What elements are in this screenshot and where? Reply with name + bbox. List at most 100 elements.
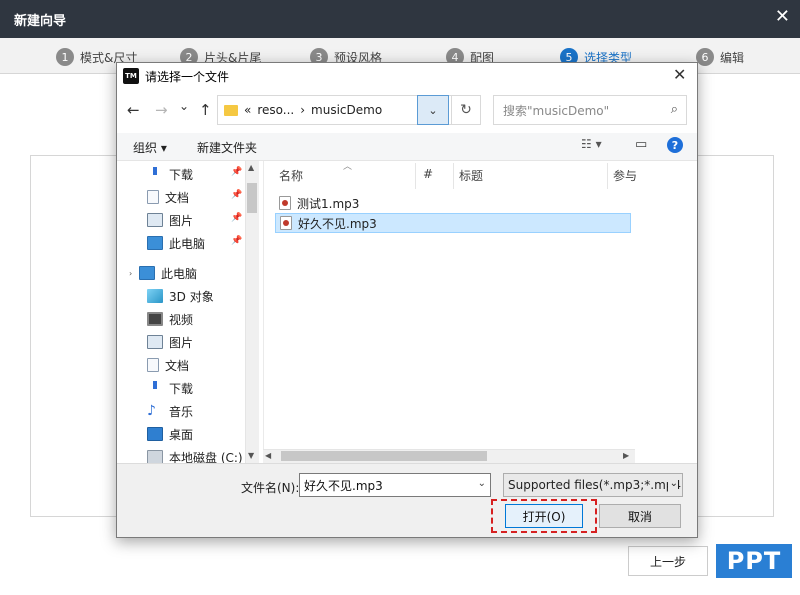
- column-header-name[interactable]: 名称: [279, 167, 303, 184]
- help-icon[interactable]: ?: [667, 137, 683, 153]
- step-label: 编辑: [720, 50, 745, 65]
- address-dropdown-chevron-icon[interactable]: ⌄: [417, 95, 449, 125]
- column-header-title[interactable]: 标题: [459, 167, 483, 184]
- recent-locations-chevron-icon[interactable]: ⌄: [179, 99, 189, 113]
- file-row[interactable]: 测试1.mp3: [275, 193, 359, 213]
- wizard-title: 新建向导: [14, 14, 67, 29]
- tree-item-label: 图片: [169, 213, 194, 228]
- tree-item-label: 音乐: [169, 404, 194, 419]
- tree-item-label: 3D 对象: [169, 289, 214, 304]
- step-6: 6 编辑: [696, 48, 744, 66]
- expand-chevron-icon[interactable]: ›: [129, 269, 132, 278]
- disk-icon: [147, 450, 163, 464]
- sort-ascending-icon: ︿: [343, 162, 353, 172]
- tree-item-label: 图片: [169, 335, 194, 350]
- tree-item-label: 下载: [169, 381, 194, 396]
- tree-item-desktop[interactable]: 桌面: [147, 423, 193, 445]
- scroll-right-icon[interactable]: ▶: [623, 451, 629, 460]
- document-icon: [147, 190, 159, 204]
- dialog-close-icon[interactable]: ✕: [673, 65, 686, 84]
- music-icon: ♪: [147, 403, 156, 419]
- filename-input[interactable]: 好久不见.mp3 ⌄: [299, 473, 491, 497]
- step-number: 1: [56, 48, 74, 66]
- file-row-selected[interactable]: 好久不见.mp3: [275, 213, 631, 233]
- filename-value: 好久不见.mp3: [304, 478, 383, 493]
- column-divider[interactable]: [607, 163, 608, 189]
- filetype-select[interactable]: Supported files(*.mp3;*.mp4 ⌄: [503, 473, 683, 497]
- tree-item-documents-pc[interactable]: 文档: [147, 354, 189, 376]
- column-header-number[interactable]: #: [423, 167, 433, 181]
- audio-file-icon: [279, 196, 291, 210]
- search-placeholder: 搜索"musicDemo": [503, 103, 610, 118]
- tree-item-downloads[interactable]: 下载: [147, 163, 193, 185]
- tree-item-downloads-pc[interactable]: 下载: [147, 377, 193, 399]
- computer-icon: [147, 236, 163, 250]
- tree-item-3d-objects[interactable]: 3D 对象: [147, 285, 214, 307]
- prev-step-button[interactable]: 上一步: [628, 546, 708, 576]
- pin-icon: 📌: [231, 190, 243, 200]
- tree-item-label: 视频: [169, 312, 194, 327]
- search-icon: ⌕: [670, 102, 678, 117]
- tree-item-label: 文档: [165, 358, 190, 373]
- pin-icon: 📌: [231, 213, 243, 223]
- forward-arrow-icon[interactable]: →: [155, 101, 168, 119]
- picture-icon: [147, 213, 163, 227]
- back-arrow-icon[interactable]: ←: [127, 101, 140, 119]
- column-divider[interactable]: [415, 163, 416, 189]
- filename-dropdown-chevron-icon[interactable]: ⌄: [478, 478, 486, 489]
- tree-item-this-pc[interactable]: 此电脑: [139, 262, 197, 284]
- dialog-title: 请选择一个文件: [145, 70, 230, 84]
- column-header-participant[interactable]: 参与: [613, 167, 637, 184]
- app-icon: TM: [123, 68, 139, 84]
- scroll-left-icon[interactable]: ◀: [265, 451, 271, 460]
- breadcrumb-item[interactable]: musicDemo: [311, 103, 382, 117]
- tree-item-documents[interactable]: 文档: [147, 186, 189, 208]
- scroll-up-icon[interactable]: ▲: [248, 163, 254, 172]
- tree-item-videos[interactable]: 视频: [147, 308, 193, 330]
- wizard-titlebar: [0, 0, 800, 38]
- new-folder-button[interactable]: 新建文件夹: [197, 139, 257, 156]
- wizard-close-icon[interactable]: ✕: [775, 6, 790, 27]
- refresh-icon[interactable]: ↻: [451, 95, 481, 125]
- tree-item-pictures[interactable]: 图片: [147, 209, 193, 231]
- file-open-dialog: TM 请选择一个文件 ✕ ← → ⌄ ↑ « reso... › musicDe…: [116, 62, 698, 538]
- tree-item-music[interactable]: ♪ 音乐: [147, 400, 193, 422]
- document-icon: [147, 358, 159, 372]
- desktop-icon: [147, 427, 163, 441]
- tree-item-label: 下载: [169, 167, 194, 182]
- horizontal-scroll-thumb[interactable]: [281, 451, 487, 461]
- file-name: 测试1.mp3: [297, 196, 360, 211]
- cancel-button[interactable]: 取消: [599, 504, 681, 528]
- column-divider[interactable]: [453, 163, 454, 189]
- cube-icon: [147, 289, 163, 303]
- download-icon: [147, 167, 163, 181]
- tree-item-label: 文档: [165, 190, 190, 205]
- organize-menu[interactable]: 组织 ▾: [133, 139, 167, 156]
- tree-item-label: 此电脑: [169, 236, 206, 251]
- video-icon: [147, 312, 163, 326]
- preview-pane-icon[interactable]: ▭: [635, 137, 647, 152]
- tree-item-pictures-pc[interactable]: 图片: [147, 331, 193, 353]
- tree-scroll-thumb[interactable]: [247, 183, 257, 213]
- view-options-icon[interactable]: ☷ ▾: [581, 137, 602, 151]
- filename-label: 文件名(N):: [241, 481, 300, 495]
- step-number: 6: [696, 48, 714, 66]
- up-arrow-icon[interactable]: ↑: [199, 101, 212, 119]
- tree-item-label: 桌面: [169, 427, 194, 442]
- picture-icon: [147, 335, 163, 349]
- audio-file-icon: [280, 216, 292, 230]
- open-button[interactable]: 打开(O): [505, 504, 583, 528]
- breadcrumb-item[interactable]: reso...: [257, 103, 294, 117]
- computer-icon: [139, 266, 155, 280]
- tree-item-label: 此电脑: [161, 266, 198, 281]
- file-name: 好久不见.mp3: [298, 216, 377, 231]
- tree-item-this-pc-quick[interactable]: 此电脑: [147, 232, 205, 254]
- download-icon: [147, 381, 163, 395]
- folder-icon: [224, 104, 238, 116]
- pin-icon: 📌: [231, 236, 243, 246]
- breadcrumb-separator: ›: [300, 103, 306, 117]
- search-input[interactable]: 搜索"musicDemo" ⌕: [493, 95, 687, 125]
- filetype-dropdown-chevron-icon: ⌄: [667, 478, 678, 489]
- address-overflow[interactable]: «: [244, 103, 251, 117]
- scroll-down-icon[interactable]: ▼: [248, 451, 254, 460]
